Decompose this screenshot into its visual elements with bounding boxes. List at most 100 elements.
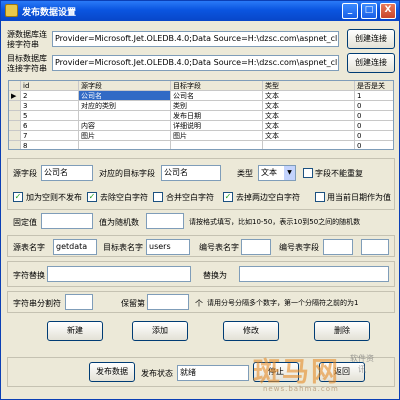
cell-type[interactable] bbox=[263, 141, 355, 149]
row-marker bbox=[9, 101, 21, 111]
source-conn-input[interactable]: Provider=Microsoft.Jet.OLEDB.4.0;Data So… bbox=[52, 31, 339, 47]
app-icon bbox=[5, 4, 18, 17]
target-table-label: 目标表名字 bbox=[103, 243, 143, 252]
fixed-value-label: 固定值 bbox=[13, 218, 37, 227]
source-conn-label-2: 接字符串 bbox=[7, 40, 39, 49]
id-extra-input[interactable] bbox=[361, 239, 389, 255]
replace-with-label: 替换为 bbox=[203, 271, 227, 280]
target-field-label: 对应的目标字段 bbox=[99, 169, 155, 178]
cell-target[interactable]: 公司名 bbox=[171, 91, 263, 101]
edit-button[interactable]: 修改 bbox=[223, 321, 279, 341]
table-row[interactable]: ▶ 2 公司名 公司名 文本 1 bbox=[9, 91, 393, 101]
table-row[interactable]: 80 bbox=[9, 141, 393, 149]
cell-type[interactable]: 文本 bbox=[263, 131, 355, 141]
skip-empty-label: 加为空则不发布 bbox=[26, 193, 82, 202]
mapping-grid[interactable]: id 源字段 目标字段 类型 是否是关 ▶ 2 公司名 公司名 文本 1 3 对应的类别 类别文… bbox=[8, 80, 394, 150]
cell-type[interactable]: 文本 bbox=[263, 101, 355, 111]
merge-space-checkbox[interactable] bbox=[153, 192, 163, 202]
table-row[interactable]: 3 对应的类别 类别 文本 0 bbox=[9, 101, 393, 111]
cell-type[interactable]: 文本 bbox=[263, 111, 355, 121]
cell-type[interactable]: 文本 bbox=[263, 121, 355, 131]
col-header-key[interactable]: 是否是关 bbox=[355, 81, 393, 91]
fixed-value-input[interactable] bbox=[41, 213, 93, 229]
cell-id[interactable]: 2 bbox=[21, 91, 79, 101]
cell-id[interactable]: 3 bbox=[21, 101, 79, 111]
table-row[interactable]: 7 图片 图片 文本 0 bbox=[9, 131, 393, 141]
cell-id[interactable]: 5 bbox=[21, 111, 79, 121]
cell-key[interactable]: 1 bbox=[355, 91, 393, 101]
window-title: 发布数据设置 bbox=[22, 8, 77, 18]
target-create-connection-button[interactable]: 创建连接 bbox=[347, 53, 395, 73]
type-label: 类型 bbox=[237, 169, 253, 178]
grid-header: id 源字段 目标字段 类型 是否是关 bbox=[9, 81, 393, 91]
status-field: 就绪 bbox=[177, 365, 249, 381]
row-marker: ▶ bbox=[9, 91, 21, 101]
random-label: 值为随机数 bbox=[99, 218, 139, 227]
cell-id[interactable]: 6 bbox=[21, 121, 79, 131]
id-field-input[interactable] bbox=[323, 239, 353, 255]
source-field-input[interactable]: 公司名 bbox=[41, 165, 93, 181]
col-header-target[interactable]: 目标字段 bbox=[171, 81, 263, 91]
col-header-id[interactable]: id bbox=[21, 81, 79, 91]
target-conn-label-2: 连接字符串 bbox=[7, 64, 47, 73]
cell-source[interactable]: 公司名 bbox=[79, 91, 171, 101]
title-bar[interactable]: 发布数据设置 _ □ X bbox=[1, 1, 399, 21]
replace-input[interactable] bbox=[47, 266, 191, 282]
watermark-logo: 斑马网 bbox=[253, 357, 340, 388]
watermark-url: news.bahma.com bbox=[263, 385, 339, 393]
cell-key[interactable]: 0 bbox=[355, 101, 393, 111]
delete-button[interactable]: 删除 bbox=[314, 321, 370, 341]
cell-target[interactable]: 详细说明 bbox=[171, 121, 263, 131]
watermark-tag: 软件资讯 bbox=[350, 354, 374, 374]
use-date-checkbox[interactable] bbox=[315, 192, 325, 202]
unique-checkbox[interactable] bbox=[303, 168, 313, 178]
cell-id[interactable]: 8 bbox=[21, 141, 79, 149]
cell-target[interactable]: 发布日期 bbox=[171, 111, 263, 121]
publish-button[interactable]: 发布数据 bbox=[89, 362, 135, 382]
cell-source[interactable]: 内容 bbox=[79, 121, 171, 131]
type-select[interactable]: 文本 ▼ bbox=[258, 165, 296, 181]
cell-id[interactable]: 7 bbox=[21, 131, 79, 141]
table-row[interactable]: 5 发布日期 文本 0 bbox=[9, 111, 393, 121]
cell-source[interactable]: 图片 bbox=[79, 131, 171, 141]
cell-target[interactable]: 图片 bbox=[171, 131, 263, 141]
cell-type[interactable]: 文本 bbox=[263, 91, 355, 101]
cell-key[interactable]: 0 bbox=[355, 131, 393, 141]
close-button[interactable]: X bbox=[380, 3, 396, 19]
status-label: 发布状态 bbox=[141, 369, 173, 378]
maximize-button[interactable]: □ bbox=[361, 3, 377, 19]
source-field-label: 源字段 bbox=[13, 169, 37, 178]
cell-source[interactable] bbox=[79, 141, 171, 149]
source-table-input[interactable]: getdata bbox=[53, 239, 97, 255]
row-marker bbox=[9, 141, 21, 149]
cell-target[interactable] bbox=[171, 141, 263, 149]
add-button[interactable]: 添加 bbox=[132, 321, 188, 341]
cell-key[interactable]: 0 bbox=[355, 111, 393, 121]
keep-input[interactable] bbox=[147, 294, 189, 310]
replace-with-input[interactable] bbox=[239, 266, 389, 282]
split-hint: 请用分号分隔多个数字，第一个分隔符之前的为1 bbox=[207, 299, 359, 307]
col-header-source[interactable]: 源字段 bbox=[79, 81, 171, 91]
cell-key[interactable]: 0 bbox=[355, 141, 393, 149]
target-conn-input[interactable]: Provider=Microsoft.Jet.OLEDB.4.0;Data So… bbox=[52, 55, 339, 71]
id-table-input[interactable] bbox=[241, 239, 271, 255]
trim-space-checkbox[interactable]: ✓ bbox=[223, 192, 233, 202]
skip-empty-checkbox[interactable]: ✓ bbox=[13, 192, 23, 202]
remove-space-checkbox[interactable]: ✓ bbox=[87, 192, 97, 202]
new-button[interactable]: 新建 bbox=[47, 321, 103, 341]
cell-key[interactable]: 0 bbox=[355, 121, 393, 131]
split-input[interactable] bbox=[65, 294, 93, 310]
minimize-button[interactable]: _ bbox=[342, 3, 358, 19]
cell-source[interactable] bbox=[79, 111, 171, 121]
table-row[interactable]: 6 内容 详细说明 文本 0 bbox=[9, 121, 393, 131]
random-input[interactable] bbox=[146, 213, 184, 229]
target-field-input[interactable]: 公司名 bbox=[161, 165, 221, 181]
settings-window: 发布数据设置 _ □ X 源数据库连 接字符串 Provider=Microso… bbox=[0, 0, 400, 400]
col-header-type[interactable]: 类型 bbox=[263, 81, 355, 91]
target-table-input[interactable]: users bbox=[146, 239, 190, 255]
cell-source[interactable]: 对应的类别 bbox=[79, 101, 171, 111]
source-create-connection-button[interactable]: 创建连接 bbox=[347, 29, 395, 49]
trim-space-label: 去掉两边空白字符 bbox=[236, 193, 300, 202]
cell-target[interactable]: 类别 bbox=[171, 101, 263, 111]
keep-unit: 个 bbox=[195, 299, 203, 308]
